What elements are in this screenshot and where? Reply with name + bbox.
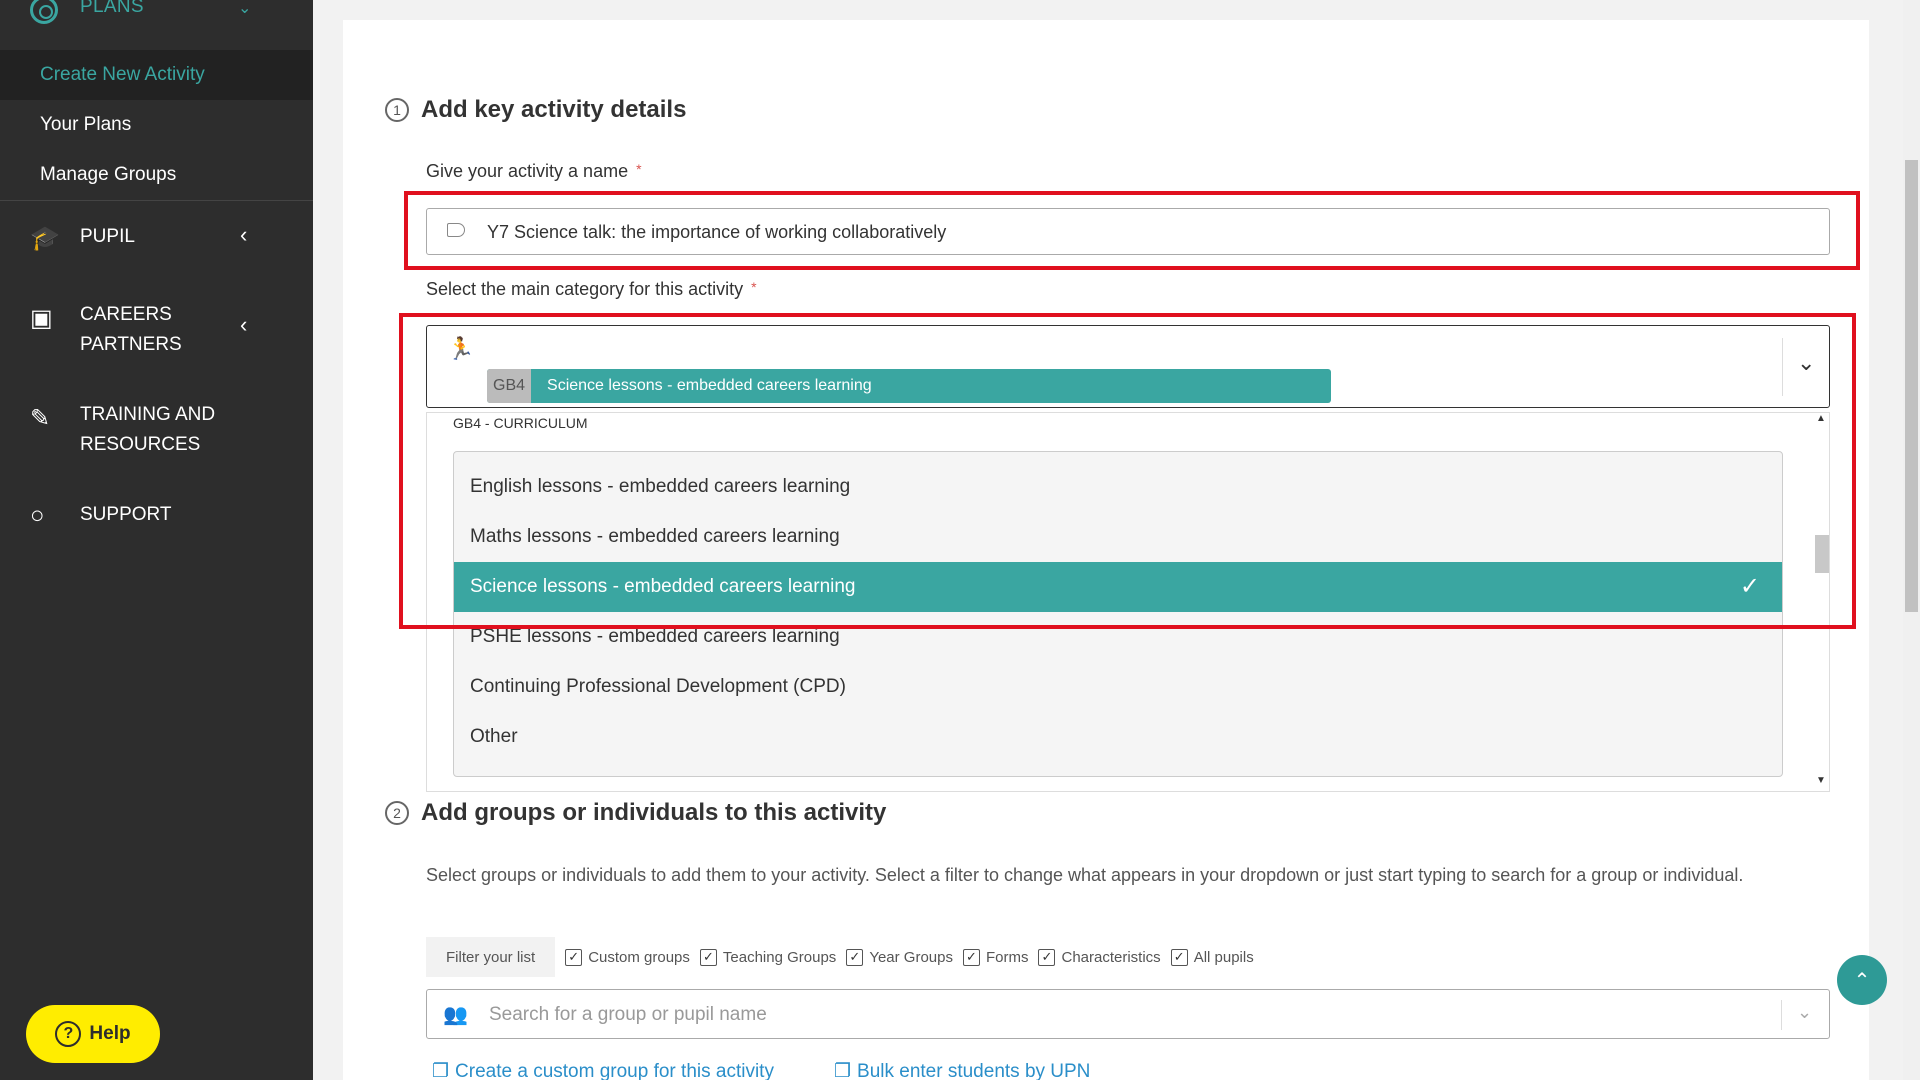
group-search-input[interactable]: 👥 Search for a group or pupil name ⌄ (426, 989, 1830, 1039)
nav-pupil[interactable]: 🎓 PUPIL ‹ (0, 222, 313, 262)
highlight-box-category (399, 313, 1856, 629)
filter-option-label: Year Groups (869, 948, 953, 966)
bulk-enter-upn-link[interactable]: ❐ Bulk enter students by UPN (834, 1060, 1090, 1080)
category-label: Select the main category for this activi… (426, 279, 757, 300)
lifebuoy-icon: ○ (30, 502, 45, 529)
filter-all-pupils[interactable]: ✓ All pupils (1170, 948, 1254, 966)
nav-careers-label-2: PARTNERS (80, 334, 182, 355)
filter-option-label: Teaching Groups (722, 948, 837, 966)
checkbox-checked-icon[interactable]: ✓ (846, 948, 864, 966)
section-title: Add groups or individuals to this activi… (421, 799, 887, 826)
filter-option-label: Characteristics (1061, 948, 1161, 966)
filter-row: Filter your list ✓ Custom groups ✓ Teachin… (426, 937, 1254, 977)
required-mark: * (636, 161, 642, 177)
contact-card-icon: ▣ (30, 305, 53, 332)
section-2-description: Select groups or individuals to add them… (426, 865, 1744, 885)
checkbox-checked-icon[interactable]: ✓ (1038, 948, 1056, 966)
nav-pupil-label: PUPIL (80, 226, 135, 247)
help-button[interactable]: ? Help (26, 1005, 160, 1063)
copy-icon: ❐ (833, 1061, 852, 1080)
search-placeholder: Search for a group or pupil name (489, 1004, 767, 1025)
option-label: Continuing Professional Development (CPD… (470, 676, 846, 697)
create-custom-group-link[interactable]: ❐ Create a custom group for this activity (432, 1060, 774, 1080)
sidebar-item-label: Create New Activity (40, 64, 205, 85)
copy-icon: ❐ (432, 1061, 450, 1080)
people-icon: 👥 (443, 1004, 468, 1026)
step-number: 2 (385, 801, 409, 825)
nav-plans-label: PLANS (80, 0, 144, 17)
nav-training-resources[interactable]: ✎ TRAINING AND RESOURCES (0, 400, 313, 460)
action-links: ❐ Create a custom group for this activity… (432, 1060, 1090, 1080)
activity-name-label-text: Give your activity a name (426, 161, 629, 181)
filter-characteristics[interactable]: ✓ Characteristics (1038, 948, 1161, 966)
filter-option-label: All pupils (1193, 948, 1254, 966)
chevron-left-icon: ‹ (240, 222, 248, 247)
nav-training-label-2: RESOURCES (80, 434, 201, 455)
page-scrollbar[interactable] (1903, 0, 1920, 1080)
chevron-down-icon: ⌄ (238, 0, 252, 17)
sidebar-item-your-plans[interactable]: Your Plans (40, 114, 131, 136)
nav-careers-partners[interactable]: ▣ CAREERS PARTNERS ‹ (0, 300, 313, 360)
question-icon: ? (55, 1021, 82, 1047)
chevron-left-icon: ‹ (240, 312, 248, 337)
section-1-heading: 1 Add key activity details (385, 96, 686, 124)
option-label: Other (470, 726, 518, 747)
sidebar-item-create-new-activity[interactable]: Create New Activity (0, 50, 313, 100)
sidebar-item-manage-groups[interactable]: Manage Groups (40, 164, 176, 186)
back-to-top-button[interactable]: ⌃ (1837, 955, 1887, 1005)
checkbox-checked-icon[interactable]: ✓ (1170, 948, 1188, 966)
step-number: 1 (385, 98, 409, 122)
checkbox-checked-icon[interactable]: ✓ (699, 948, 717, 966)
category-label-text: Select the main category for this activi… (426, 279, 744, 299)
option-other[interactable]: Other (454, 712, 1782, 762)
filter-teaching-groups[interactable]: ✓ Teaching Groups (699, 948, 837, 966)
filter-custom-groups[interactable]: ✓ Custom groups (565, 948, 690, 966)
filter-option-label: Forms (985, 948, 1029, 966)
chevron-up-icon: ⌃ (1853, 969, 1871, 992)
filter-forms[interactable]: ✓ Forms (962, 948, 1029, 966)
divider (0, 200, 313, 201)
help-label: Help (89, 1023, 131, 1044)
filter-option-label: Custom groups (588, 948, 690, 966)
highlight-box-name (404, 191, 1860, 270)
required-mark: * (751, 279, 757, 295)
nav-training-label-1: TRAINING AND (80, 404, 216, 425)
page-scroll-thumb[interactable] (1905, 160, 1918, 612)
scroll-down-icon[interactable]: ▼ (1816, 775, 1826, 786)
nav-careers-label-1: CAREERS (80, 304, 172, 325)
link-label: Create a custom group for this activity (455, 1061, 774, 1080)
pencil-icon: ✎ (30, 405, 51, 432)
divider (1781, 1000, 1782, 1030)
nav-plans[interactable]: PLANS ⌄ (0, 0, 313, 40)
sidebar: PLANS ⌄ Create New Activity Your Plans M… (0, 0, 313, 1080)
section-2-heading: 2 Add groups or individuals to this acti… (385, 799, 886, 827)
activity-name-label: Give your activity a name * (426, 161, 642, 182)
checkbox-checked-icon[interactable]: ✓ (962, 948, 980, 966)
option-cpd[interactable]: Continuing Professional Development (CPD… (454, 662, 1782, 712)
chevron-down-icon[interactable]: ⌄ (1797, 1002, 1812, 1023)
filter-year-groups[interactable]: ✓ Year Groups (846, 948, 953, 966)
nav-support[interactable]: ○ SUPPORT (0, 500, 313, 540)
graduation-cap-icon: 🎓 (30, 225, 60, 252)
section-title: Add key activity details (421, 96, 687, 123)
filter-label: Filter your list (426, 937, 556, 977)
option-label: PSHE lessons - embedded careers learning (470, 626, 840, 647)
target-icon (30, 0, 58, 24)
checkbox-checked-icon[interactable]: ✓ (565, 948, 583, 966)
nav-support-label: SUPPORT (80, 504, 172, 525)
link-label: Bulk enter students by UPN (857, 1061, 1091, 1080)
